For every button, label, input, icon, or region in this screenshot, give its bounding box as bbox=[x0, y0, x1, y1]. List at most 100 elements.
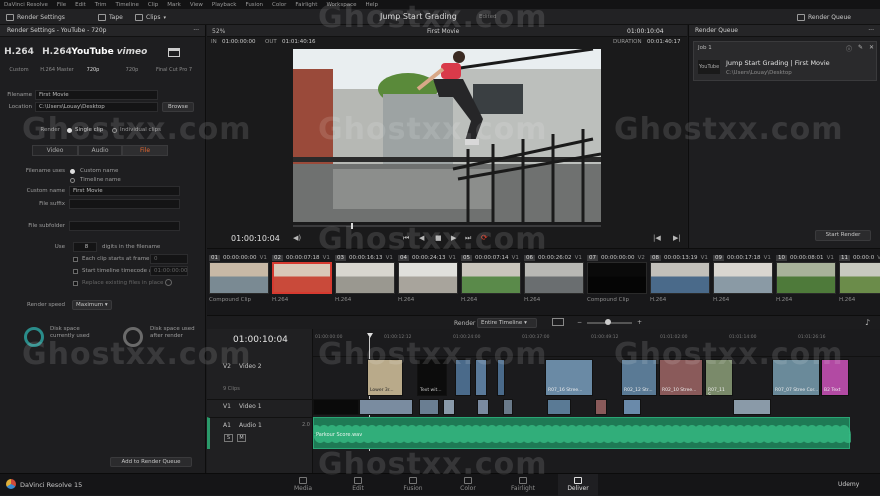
start-render-button[interactable]: Start Render bbox=[815, 230, 871, 241]
menu-item[interactable]: Color bbox=[272, 2, 286, 8]
timeline-clip[interactable] bbox=[455, 359, 471, 396]
timeline-clip[interactable] bbox=[547, 399, 571, 415]
render-job[interactable]: Job 1 ⓘ ✎ ✕ YouTube Jump Start Grading |… bbox=[693, 41, 877, 81]
tape-toggle[interactable]: Tape bbox=[98, 12, 123, 23]
clip-thumbnail[interactable]: 06 00:00:26:02 V1 H.264 bbox=[524, 253, 584, 306]
custom-name-radio[interactable] bbox=[70, 169, 75, 174]
render-settings-toggle[interactable]: Render Settings bbox=[6, 12, 65, 23]
clip-thumbnail[interactable]: 1100:00:0V1 H.264 bbox=[839, 253, 880, 306]
clip-thumbnail[interactable]: 04 00:00:24:13 V1 H.264 bbox=[398, 253, 458, 306]
start-tc-checkbox[interactable] bbox=[73, 269, 78, 274]
menu-item[interactable]: View bbox=[190, 2, 203, 8]
filename-field[interactable]: First Movie bbox=[35, 90, 158, 100]
scrubber-handle[interactable] bbox=[351, 223, 353, 229]
file-subfolder-field[interactable] bbox=[69, 221, 180, 231]
track-a1-header[interactable]: A1 Audio 1 2.0 S M bbox=[207, 417, 313, 449]
menu-item[interactable]: Trim bbox=[95, 2, 107, 8]
clip-thumbnail[interactable]: 07 00:00:00:00 V2 Compound Clip bbox=[587, 253, 647, 306]
clip-thumbnail[interactable]: 03 00:00:16:13 V1 H.264 bbox=[335, 253, 395, 306]
single-clip-radio[interactable] bbox=[67, 128, 72, 133]
timeline-clip[interactable] bbox=[419, 399, 439, 415]
replace-checkbox[interactable] bbox=[73, 281, 78, 286]
viewer-timeline-name[interactable]: First Movie bbox=[427, 28, 459, 35]
preset-vimeo[interactable]: vimeo 720p bbox=[113, 43, 151, 73]
timeline-clip[interactable] bbox=[359, 399, 413, 415]
file-suffix-field[interactable] bbox=[69, 199, 180, 209]
timeline-clip[interactable]: R07_16 Stree... bbox=[545, 359, 593, 396]
start-tc-field[interactable]: 01:00:00:00 bbox=[150, 266, 188, 276]
reverse-play-icon[interactable]: ◀ bbox=[419, 234, 424, 242]
prev-marker-icon[interactable]: |◀ bbox=[653, 234, 661, 242]
menu-item[interactable]: Fairlight bbox=[295, 2, 317, 8]
menu-item[interactable]: Clip bbox=[148, 2, 158, 8]
track-v2-header[interactable]: V2 Video 2 9 Clips bbox=[207, 359, 313, 396]
location-field[interactable]: C:\Users\Louay\Desktop bbox=[35, 102, 158, 112]
mute-button[interactable]: M bbox=[237, 434, 246, 442]
page-edit[interactable]: Edit bbox=[338, 474, 378, 496]
zoom-slider-handle[interactable] bbox=[605, 319, 611, 325]
play-icon[interactable]: ▶ bbox=[451, 234, 456, 242]
track-v1-header[interactable]: V1 Video 1 bbox=[207, 399, 313, 415]
add-to-render-queue-button[interactable]: Add to Render Queue bbox=[110, 457, 192, 467]
browse-button[interactable]: Browse bbox=[162, 102, 194, 112]
volume-icon[interactable]: ◀) bbox=[293, 234, 301, 242]
render-range-dropdown[interactable]: Entire Timeline ▾ bbox=[477, 318, 537, 328]
render-queue-toggle[interactable]: Render Queue bbox=[797, 12, 851, 23]
tab-video[interactable]: Video bbox=[32, 145, 78, 156]
next-marker-icon[interactable]: ▶| bbox=[673, 234, 681, 242]
timeline-clip[interactable] bbox=[477, 399, 489, 415]
digits-stepper[interactable]: 8 bbox=[73, 242, 97, 252]
timeline-clip[interactable]: R07_07 Stree Cor... bbox=[772, 359, 820, 396]
clip-thumbnail[interactable]: 02 00:00:07:18 V1 H.264 bbox=[272, 253, 332, 306]
close-icon[interactable]: ✕ bbox=[869, 44, 874, 51]
timeline-clip[interactable] bbox=[443, 399, 455, 415]
menu-item[interactable]: Playback bbox=[212, 2, 237, 8]
menu-item[interactable]: File bbox=[57, 2, 66, 8]
scrubber-bar[interactable] bbox=[293, 225, 601, 227]
zoom-in-icon[interactable]: + bbox=[637, 319, 642, 326]
clips-toggle[interactable]: Clips ▾ bbox=[135, 12, 166, 23]
individual-clips-radio[interactable] bbox=[112, 128, 117, 133]
loop-icon[interactable]: ⟳ bbox=[481, 233, 488, 242]
playhead-marker[interactable] bbox=[367, 333, 373, 338]
timeline-clip[interactable]: Text wit... bbox=[417, 359, 447, 396]
menu-item[interactable]: Help bbox=[366, 2, 379, 8]
page-fusion[interactable]: Fusion bbox=[393, 474, 433, 496]
render-speed-dropdown[interactable]: Maximum ▾ bbox=[72, 300, 112, 310]
timeline-clip[interactable]: R07_11 S... bbox=[705, 359, 733, 396]
timeline-clip[interactable]: Lower 3r... bbox=[367, 359, 403, 396]
stop-icon[interactable]: ■ bbox=[435, 234, 442, 242]
page-color[interactable]: Color bbox=[448, 474, 488, 496]
audio-clip[interactable]: Parkour Score.wav bbox=[313, 417, 851, 449]
timeline-clip[interactable] bbox=[503, 399, 513, 415]
timeline-clip[interactable] bbox=[475, 359, 487, 396]
menu-item[interactable]: Mark bbox=[167, 2, 181, 8]
clip-thumbnail[interactable]: 05 00:00:07:14 V1 H.264 bbox=[461, 253, 521, 306]
edit-icon[interactable]: ✎ bbox=[858, 44, 863, 51]
jump-end-icon[interactable]: ⏭ bbox=[465, 234, 471, 243]
timeline-clip[interactable] bbox=[623, 399, 641, 415]
tab-audio[interactable]: Audio bbox=[78, 145, 122, 156]
more-options-icon[interactable]: ··· bbox=[193, 27, 199, 34]
more-options-icon[interactable]: ··· bbox=[868, 25, 874, 37]
timeline-clip[interactable] bbox=[595, 399, 607, 415]
info-icon[interactable] bbox=[165, 279, 172, 286]
clip-thumbnail[interactable]: 01 00:00:00:00 V1 Compound Clip bbox=[209, 253, 269, 306]
audio-meter-icon[interactable]: ♪ bbox=[865, 318, 870, 327]
solo-button[interactable]: S bbox=[224, 434, 233, 442]
timeline-clip[interactable] bbox=[733, 399, 771, 415]
timeline-view-icon[interactable] bbox=[552, 318, 564, 326]
custom-name-field[interactable]: First Movie bbox=[69, 186, 180, 196]
app-menu[interactable]: DaVinci Resolve bbox=[4, 2, 48, 8]
timeline-clip[interactable]: R02_10 Stree... bbox=[659, 359, 703, 396]
timeline-clip[interactable]: R02_12 Str... bbox=[621, 359, 657, 396]
timeline-clip[interactable]: B2 Text bbox=[821, 359, 849, 396]
menu-item[interactable]: Timeline bbox=[116, 2, 139, 8]
zoom-out-icon[interactable]: − bbox=[577, 319, 582, 326]
preset-final-cut[interactable]: Final Cut Pro 7 bbox=[155, 43, 193, 73]
page-deliver[interactable]: Deliver bbox=[558, 474, 598, 496]
each-clip-checkbox[interactable] bbox=[73, 257, 78, 262]
preset-custom[interactable]: H.264 Custom bbox=[0, 43, 38, 73]
clip-thumbnail[interactable]: 10 00:00:08:01 V1 H.264 bbox=[776, 253, 836, 306]
menu-item[interactable]: Fusion bbox=[245, 2, 263, 8]
